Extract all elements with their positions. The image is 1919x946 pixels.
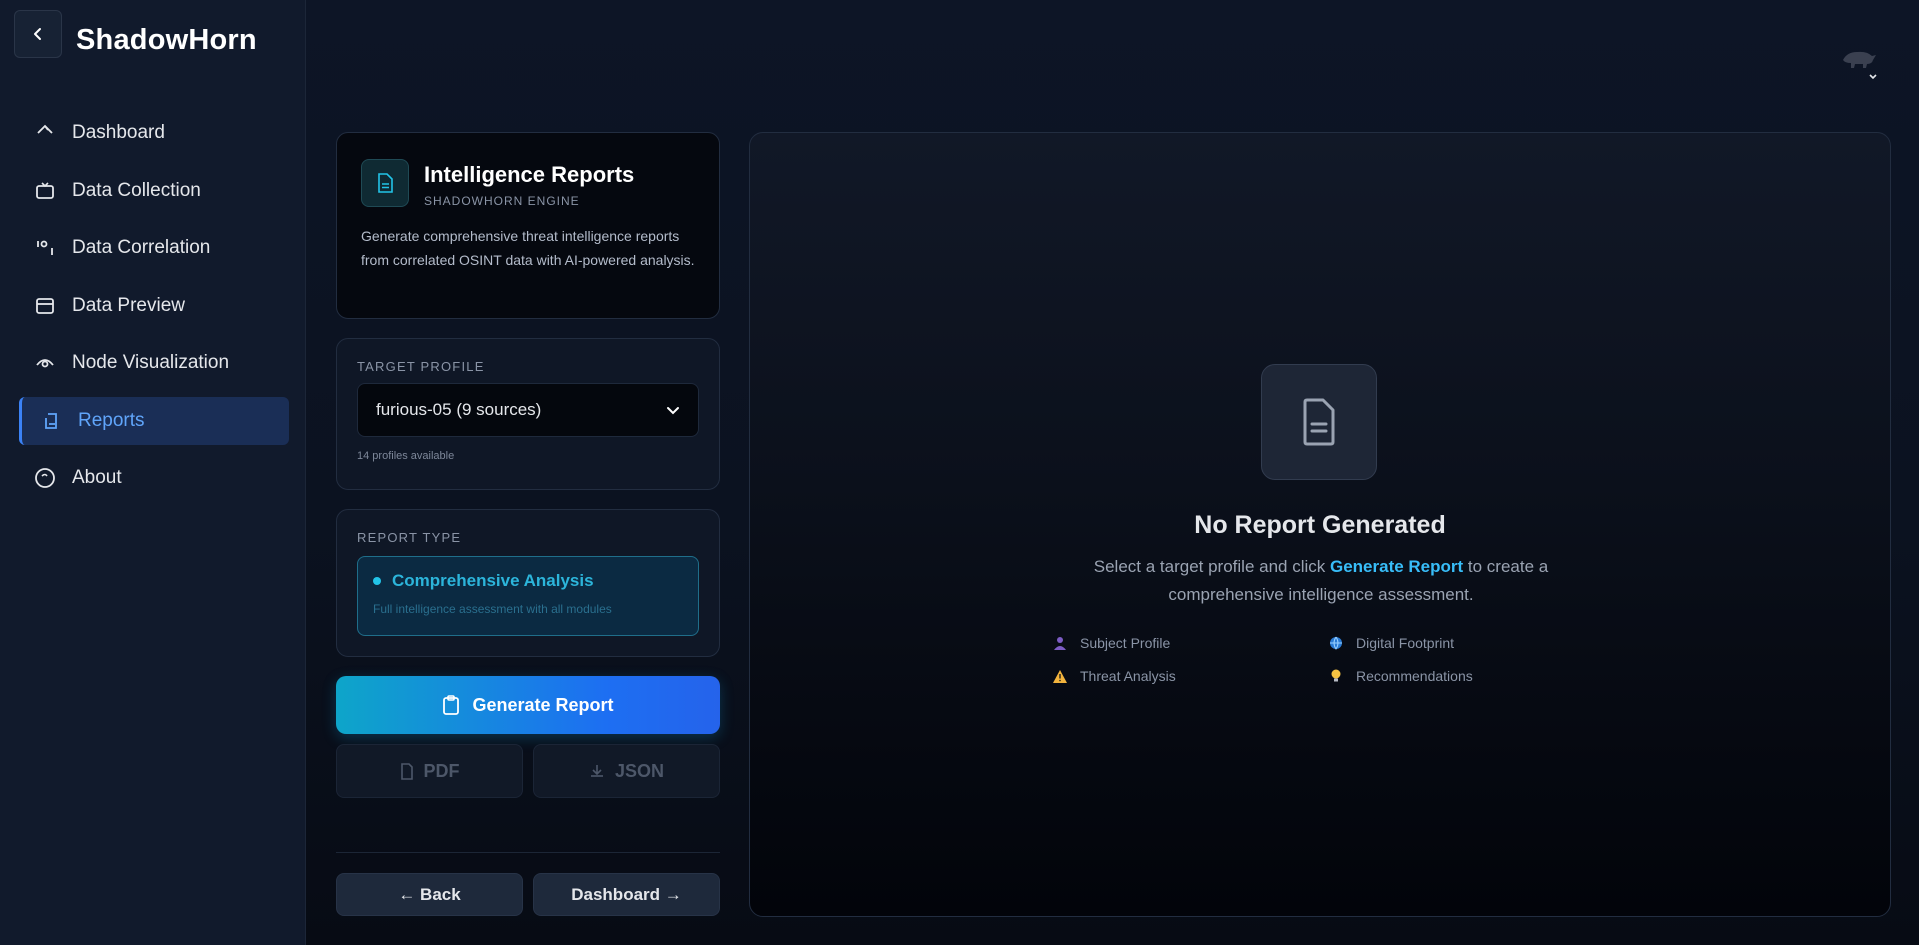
sidebar-item-data-preview[interactable]: Data Preview (19, 282, 289, 330)
sidebar-item-label: Node Visualization (72, 352, 230, 373)
export-pdf-label: PDF (423, 760, 460, 781)
chevron-down-icon (1869, 74, 1877, 80)
empty-state-title: No Report Generated (1194, 511, 1446, 539)
sidebar-item-label: Data Correlation (72, 237, 211, 258)
empty-state-desc-before: Select a target profile and click (1093, 557, 1330, 576)
document-icon (1261, 364, 1377, 480)
generate-report-button[interactable]: Generate Report (336, 676, 720, 734)
collapse-sidebar-button[interactable] (14, 10, 62, 58)
rhino-logo-icon (1843, 51, 1877, 80)
export-pdf-button[interactable]: PDF (336, 744, 523, 798)
eye-icon (34, 352, 56, 374)
sidebar: ShadowHorn Dashboard Data Collection Dat… (0, 0, 306, 945)
globe-icon (1329, 636, 1343, 650)
info-circle-icon (34, 467, 56, 489)
sidebar-item-label: Reports (78, 409, 145, 431)
report-preview-panel: No Report Generated Select a target prof… (749, 132, 1891, 917)
report-controls: Intelligence Reports SHADOWHORN ENGINE G… (336, 132, 720, 916)
sidebar-item-label: Data Collection (72, 179, 201, 201)
clipboard-icon (443, 695, 460, 715)
feature-subject-profile: Subject Profile (1053, 635, 1170, 651)
report-type-card: REPORT TYPE Comprehensive Analysis Full … (336, 509, 720, 657)
profiles-count: 14 profiles available (357, 450, 455, 462)
export-json-label: JSON (614, 760, 665, 781)
warning-icon (1053, 669, 1067, 683)
chevron-left-icon (34, 28, 41, 40)
report-type-label: REPORT TYPE (357, 530, 462, 545)
sidebar-nav: Dashboard Data Collection Data Correlati… (19, 109, 289, 512)
divider (336, 852, 720, 853)
sidebar-item-data-collection[interactable]: Data Collection (19, 167, 289, 215)
sidebar-item-reports[interactable]: Reports (19, 396, 289, 445)
person-icon (1053, 636, 1067, 650)
feature-label: Recommendations (1356, 668, 1473, 684)
download-icon (590, 765, 603, 777)
feature-threat-analysis: Threat Analysis (1053, 668, 1176, 684)
empty-state-desc-highlight: Generate Report (1329, 557, 1464, 576)
export-json-button[interactable]: JSON (533, 744, 720, 798)
report-type-option-desc: Full intelligence assessment with all mo… (373, 602, 612, 616)
page-description: Generate comprehensive threat intelligen… (361, 228, 695, 268)
correlation-icon (34, 237, 56, 259)
feature-digital-footprint: Digital Footprint (1329, 635, 1454, 651)
sidebar-item-label: Data Preview (72, 294, 185, 316)
back-button[interactable]: ← Back (336, 873, 523, 916)
report-type-option-label: Comprehensive Analysis (392, 571, 594, 590)
nav-buttons: ← Back Dashboard → (336, 873, 720, 916)
reports-icon (40, 410, 62, 432)
sidebar-item-label: Dashboard (72, 122, 165, 143)
sidebar-item-about[interactable]: About (19, 454, 289, 502)
feature-label: Subject Profile (1080, 635, 1171, 651)
generate-report-label: Generate Report (472, 694, 614, 715)
sidebar-item-node-visualization[interactable]: Node Visualization (19, 339, 289, 387)
lightbulb-icon (1329, 669, 1343, 683)
document-icon (361, 159, 409, 207)
chevron-down-icon (667, 407, 679, 415)
preview-icon (34, 295, 56, 317)
feature-recommendations: Recommendations (1329, 668, 1473, 684)
sidebar-item-label: About (72, 467, 122, 488)
user-avatar-menu[interactable] (1839, 42, 1879, 82)
feature-label: Digital Footprint (1356, 635, 1455, 651)
dashboard-icon (34, 122, 56, 144)
file-icon (400, 762, 413, 780)
report-type-option-title: Comprehensive Analysis (373, 571, 683, 591)
sidebar-item-data-correlation[interactable]: Data Correlation (19, 224, 289, 272)
target-profile-value: furious-05 (9 sources) (376, 400, 542, 419)
intro-card: Intelligence Reports SHADOWHORN ENGINE G… (336, 132, 720, 319)
app-title: ShadowHorn (76, 24, 257, 56)
page-title: Intelligence Reports (424, 162, 635, 187)
export-buttons: PDF JSON (336, 744, 720, 798)
app-window: ShadowHorn Dashboard Data Collection Dat… (0, 0, 1919, 945)
target-profile-card: TARGET PROFILE furious-05 (9 sources) 14… (336, 338, 720, 490)
selected-dot-icon (373, 577, 381, 585)
page-subtitle: SHADOWHORN ENGINE (424, 194, 580, 208)
report-type-option-comprehensive[interactable]: Comprehensive Analysis Full intelligence… (357, 556, 699, 636)
sidebar-item-dashboard[interactable]: Dashboard (19, 109, 289, 157)
dashboard-button[interactable]: Dashboard → (533, 873, 720, 916)
empty-state-description: Select a target profile and click Genera… (1071, 553, 1571, 609)
feature-label: Threat Analysis (1080, 668, 1176, 684)
main-content: Intelligence Reports SHADOWHORN ENGINE G… (306, 0, 1919, 945)
target-profile-label: TARGET PROFILE (357, 359, 485, 374)
target-profile-select[interactable]: furious-05 (9 sources) (357, 383, 699, 437)
tv-icon (34, 180, 56, 202)
